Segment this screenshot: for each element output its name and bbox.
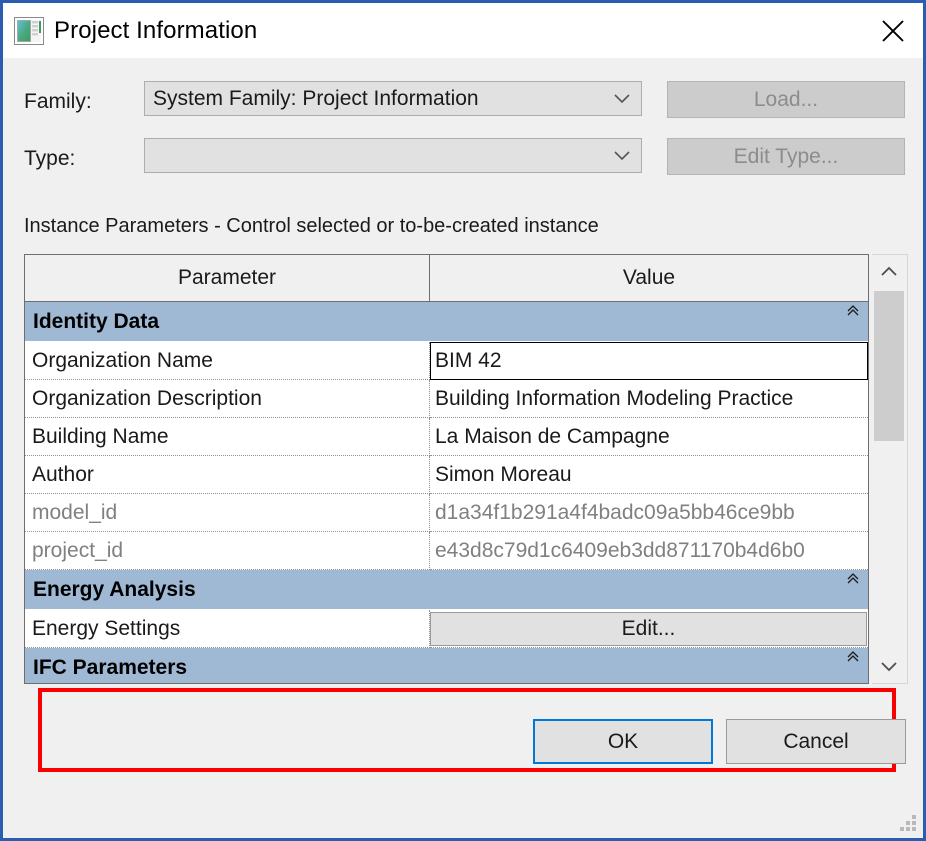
table-row[interactable]: Organization Name BIM 42 [25, 342, 868, 380]
table-row[interactable]: Building Name La Maison de Campagne [25, 418, 868, 456]
section-title: IFC Parameters [33, 655, 188, 679]
parameter-name: Energy Settings [25, 610, 430, 648]
type-label: Type: [24, 147, 76, 170]
chevron-down-icon [603, 150, 641, 161]
energy-settings-edit-button[interactable]: Edit... [430, 611, 867, 646]
table-row-project-id: project_id e43d8c79d1c6409eb3dd871170b4d… [25, 532, 868, 570]
grid-header-row: Parameter Value [25, 255, 868, 302]
parameter-name: Organization Name [25, 342, 430, 380]
chevron-up-icon [881, 266, 897, 276]
chevron-down-icon [603, 93, 641, 104]
scroll-down-button[interactable] [872, 649, 906, 683]
table-row[interactable]: Energy Settings Edit... [25, 610, 868, 648]
close-icon [882, 19, 904, 42]
parameter-value: d1a34f1b291a4f4badc09a5bb46ce9bb [430, 494, 868, 532]
table-row-model-id: model_id d1a34f1b291a4f4badc09a5bb46ce9b… [25, 494, 868, 532]
window-title: Project Information [54, 16, 258, 44]
parameter-value[interactable]: Building Information Modeling Practice [430, 380, 868, 418]
chevron-collapse-icon[interactable] [846, 650, 860, 669]
close-button[interactable] [863, 3, 923, 58]
column-header-parameter[interactable]: Parameter [25, 255, 430, 301]
column-header-value[interactable]: Value [430, 255, 868, 301]
load-button[interactable]: Load... [667, 81, 905, 118]
parameters-grid: Parameter Value Identity Data Organizati… [24, 254, 908, 772]
section-title: Energy Analysis [33, 577, 196, 601]
parameter-name: project_id [25, 532, 430, 570]
parameter-name: Building Name [25, 418, 430, 456]
parameter-value: e43d8c79d1c6409eb3dd871170b4d6b0 [430, 532, 868, 570]
ok-button[interactable]: OK [533, 719, 713, 764]
dialog-body: Family: System Family: Project Informati… [3, 58, 923, 838]
family-value: System Family: Project Information [153, 86, 479, 110]
cancel-button[interactable]: Cancel [726, 719, 906, 764]
type-combobox[interactable] [144, 138, 642, 173]
family-label: Family: [24, 90, 92, 113]
section-title: Identity Data [33, 309, 160, 333]
title-bar: Project Information [3, 3, 923, 58]
parameters-grid-viewport: Parameter Value Identity Data Organizati… [24, 254, 869, 684]
parameter-value: Edit... [430, 610, 868, 648]
scroll-up-button[interactable] [872, 255, 906, 289]
scroll-thumb[interactable] [874, 291, 904, 441]
table-row[interactable]: Organization Description Building Inform… [25, 380, 868, 418]
parameter-value[interactable]: La Maison de Campagne [430, 418, 868, 456]
project-information-dialog: Project Information Family: System Famil… [0, 0, 926, 841]
table-row[interactable]: Author Simon Moreau [25, 456, 868, 494]
parameter-name: Organization Description [25, 380, 430, 418]
resize-grip[interactable] [900, 815, 916, 831]
parameter-value[interactable]: Simon Moreau [430, 456, 868, 494]
family-combobox[interactable]: System Family: Project Information [144, 81, 642, 116]
chevron-collapse-icon[interactable] [846, 572, 860, 591]
instance-parameters-caption: Instance Parameters - Control selected o… [24, 215, 599, 237]
parameter-value[interactable]: BIM 42 [430, 342, 868, 380]
project-information-icon [14, 16, 44, 45]
chevron-down-icon [881, 662, 897, 672]
chevron-collapse-icon[interactable] [846, 304, 860, 323]
parameter-name: Author [25, 456, 430, 494]
grid-vertical-scrollbar[interactable] [872, 254, 908, 684]
edit-type-button[interactable]: Edit Type... [667, 138, 905, 175]
section-header-ifc-parameters[interactable]: IFC Parameters [25, 648, 868, 683]
section-header-identity-data[interactable]: Identity Data [25, 302, 868, 342]
parameter-name: model_id [25, 494, 430, 532]
section-header-energy-analysis[interactable]: Energy Analysis [25, 570, 868, 610]
